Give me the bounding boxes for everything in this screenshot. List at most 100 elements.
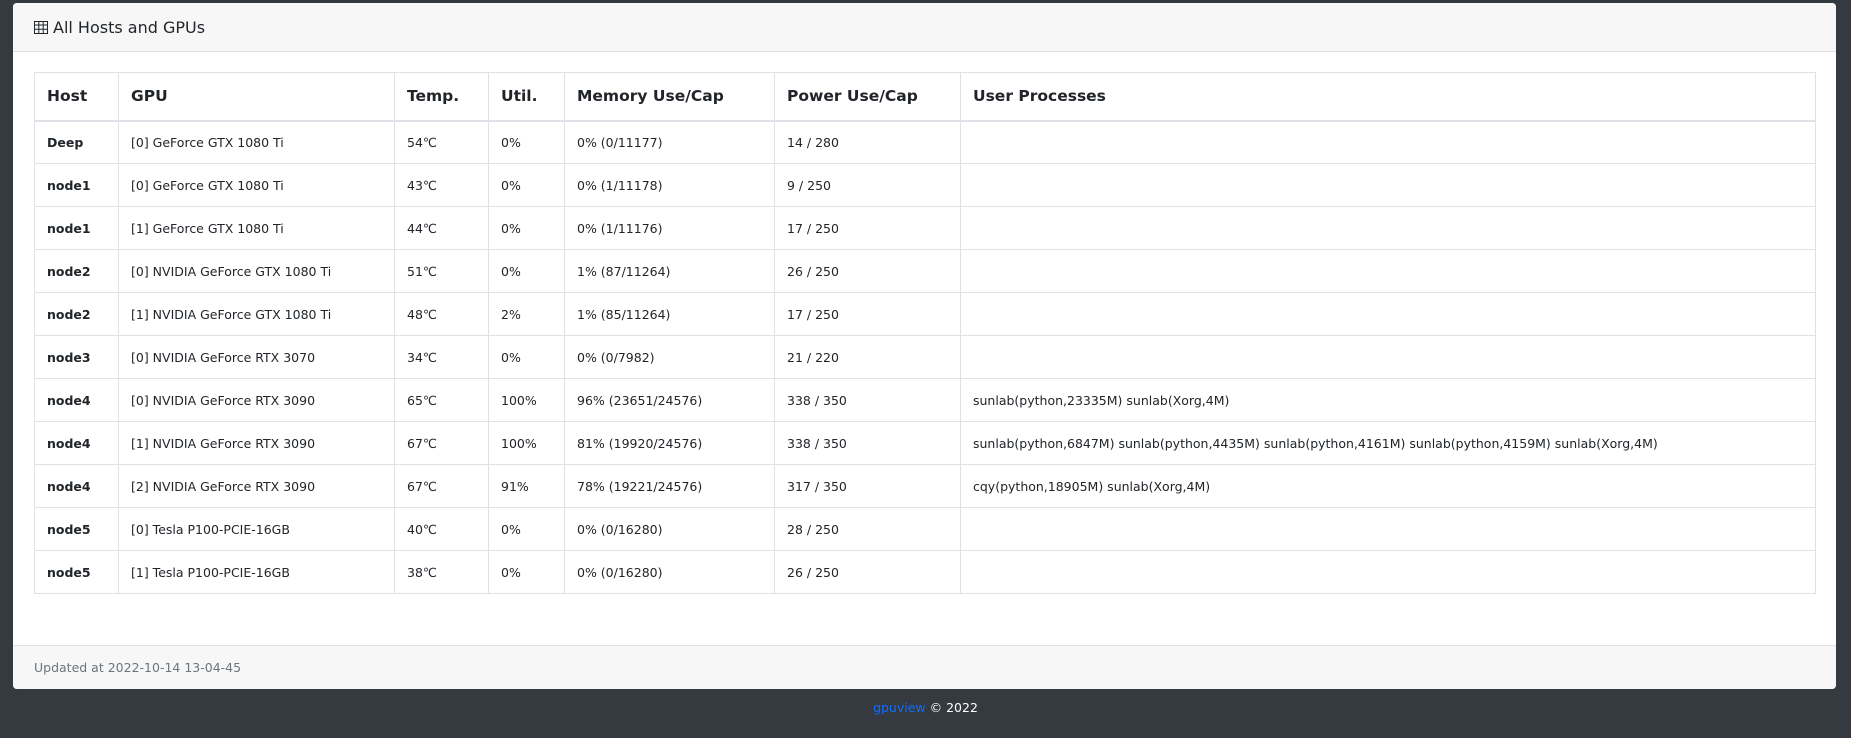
host-cell: node1 <box>34 206 119 250</box>
gpu-cell: [2] NVIDIA GeForce RTX 3090 <box>118 464 395 508</box>
memory-cell: 0% (0/16280) <box>564 507 775 551</box>
column-header-memory: Memory Use/Cap <box>564 72 775 122</box>
util-cell: 0% <box>488 163 565 207</box>
memory-cell: 0% (1/11176) <box>564 206 775 250</box>
power-cell: 317 / 350 <box>774 464 961 508</box>
util-cell: 91% <box>488 464 565 508</box>
power-cell: 26 / 250 <box>774 550 961 594</box>
power-cell: 14 / 280 <box>774 120 961 164</box>
host-cell: node4 <box>34 464 119 508</box>
host-cell: node1 <box>34 163 119 207</box>
processes-cell <box>960 292 1816 336</box>
memory-cell: 0% (1/11178) <box>564 163 775 207</box>
processes-cell <box>960 163 1816 207</box>
power-cell: 17 / 250 <box>774 206 961 250</box>
temp-cell: 40℃ <box>394 507 489 551</box>
card-footer: Updated at 2022-10-14 13-04-45 <box>13 645 1836 689</box>
gpu-cell: [0] NVIDIA GeForce GTX 1080 Ti <box>118 249 395 293</box>
temp-cell: 54℃ <box>394 120 489 164</box>
gpu-cell: [0] NVIDIA GeForce RTX 3090 <box>118 378 395 422</box>
power-cell: 9 / 250 <box>774 163 961 207</box>
gpu-cell: [1] GeForce GTX 1080 Ti <box>118 206 395 250</box>
memory-cell: 1% (85/11264) <box>564 292 775 336</box>
memory-cell: 81% (19920/24576) <box>564 421 775 465</box>
processes-cell: sunlab(python,23335M) sunlab(Xorg,4M) <box>960 378 1816 422</box>
card-title: All Hosts and GPUs <box>53 17 206 37</box>
gpu-cell: [1] Tesla P100-PCIE-16GB <box>118 550 395 594</box>
hosts-card: All Hosts and GPUs Host GPU Temp. Util. … <box>13 3 1836 689</box>
copyright-text: © 2022 <box>929 700 978 715</box>
temp-cell: 67℃ <box>394 421 489 465</box>
processes-cell: sunlab(python,6847M) sunlab(python,4435M… <box>960 421 1816 465</box>
gpu-cell: [0] Tesla P100-PCIE-16GB <box>118 507 395 551</box>
gpu-table: Host GPU Temp. Util. Memory Use/Cap Powe… <box>34 72 1816 594</box>
gpuview-link[interactable]: gpuview <box>873 700 926 715</box>
util-cell: 0% <box>488 335 565 379</box>
table-row: node4 [1] NVIDIA GeForce RTX 3090 67℃ 10… <box>34 421 1816 465</box>
temp-cell: 67℃ <box>394 464 489 508</box>
table-row: node4 [0] NVIDIA GeForce RTX 3090 65℃ 10… <box>34 378 1816 422</box>
temp-cell: 44℃ <box>394 206 489 250</box>
power-cell: 21 / 220 <box>774 335 961 379</box>
memory-cell: 0% (0/11177) <box>564 120 775 164</box>
table-row: node1 [1] GeForce GTX 1080 Ti 44℃ 0% 0% … <box>34 206 1816 250</box>
host-cell: node4 <box>34 421 119 465</box>
processes-cell <box>960 550 1816 594</box>
temp-cell: 65℃ <box>394 378 489 422</box>
temp-cell: 34℃ <box>394 335 489 379</box>
power-cell: 17 / 250 <box>774 292 961 336</box>
processes-cell <box>960 249 1816 293</box>
column-header-processes: User Processes <box>960 72 1816 122</box>
util-cell: 0% <box>488 507 565 551</box>
memory-cell: 78% (19221/24576) <box>564 464 775 508</box>
table-row: node2 [1] NVIDIA GeForce GTX 1080 Ti 48℃… <box>34 292 1816 336</box>
gpu-cell: [0] GeForce GTX 1080 Ti <box>118 120 395 164</box>
memory-cell: 0% (0/7982) <box>564 335 775 379</box>
host-cell: node5 <box>34 507 119 551</box>
memory-cell: 1% (87/11264) <box>564 249 775 293</box>
table-row: node1 [0] GeForce GTX 1080 Ti 43℃ 0% 0% … <box>34 163 1816 207</box>
processes-cell <box>960 206 1816 250</box>
util-cell: 100% <box>488 421 565 465</box>
table-row: Deep [0] GeForce GTX 1080 Ti 54℃ 0% 0% (… <box>34 120 1816 164</box>
temp-cell: 38℃ <box>394 550 489 594</box>
table-icon <box>34 20 48 34</box>
column-header-host: Host <box>34 72 119 122</box>
power-cell: 338 / 350 <box>774 421 961 465</box>
util-cell: 2% <box>488 292 565 336</box>
host-cell: node3 <box>34 335 119 379</box>
page-footer: gpuview © 2022 <box>0 700 1851 715</box>
table-row: node4 [2] NVIDIA GeForce RTX 3090 67℃ 91… <box>34 464 1816 508</box>
host-cell: node2 <box>34 292 119 336</box>
util-cell: 0% <box>488 249 565 293</box>
column-header-temp: Temp. <box>394 72 489 122</box>
temp-cell: 48℃ <box>394 292 489 336</box>
host-cell: node4 <box>34 378 119 422</box>
column-header-power: Power Use/Cap <box>774 72 961 122</box>
util-cell: 0% <box>488 206 565 250</box>
processes-cell <box>960 335 1816 379</box>
host-cell: Deep <box>34 120 119 164</box>
temp-cell: 51℃ <box>394 249 489 293</box>
util-cell: 0% <box>488 550 565 594</box>
util-cell: 0% <box>488 120 565 164</box>
updated-timestamp: Updated at 2022-10-14 13-04-45 <box>34 660 242 675</box>
gpu-cell: [1] NVIDIA GeForce GTX 1080 Ti <box>118 292 395 336</box>
host-cell: node2 <box>34 249 119 293</box>
gpu-cell: [1] NVIDIA GeForce RTX 3090 <box>118 421 395 465</box>
table-row: node5 [1] Tesla P100-PCIE-16GB 38℃ 0% 0%… <box>34 550 1816 594</box>
memory-cell: 0% (0/16280) <box>564 550 775 594</box>
memory-cell: 96% (23651/24576) <box>564 378 775 422</box>
host-cell: node5 <box>34 550 119 594</box>
table-row: node3 [0] NVIDIA GeForce RTX 3070 34℃ 0%… <box>34 335 1816 379</box>
column-header-util: Util. <box>488 72 565 122</box>
power-cell: 338 / 350 <box>774 378 961 422</box>
util-cell: 100% <box>488 378 565 422</box>
power-cell: 26 / 250 <box>774 249 961 293</box>
power-cell: 28 / 250 <box>774 507 961 551</box>
processes-cell: cqy(python,18905M) sunlab(Xorg,4M) <box>960 464 1816 508</box>
table-row: node2 [0] NVIDIA GeForce GTX 1080 Ti 51℃… <box>34 249 1816 293</box>
card-header: All Hosts and GPUs <box>13 3 1836 52</box>
processes-cell <box>960 120 1816 164</box>
processes-cell <box>960 507 1816 551</box>
